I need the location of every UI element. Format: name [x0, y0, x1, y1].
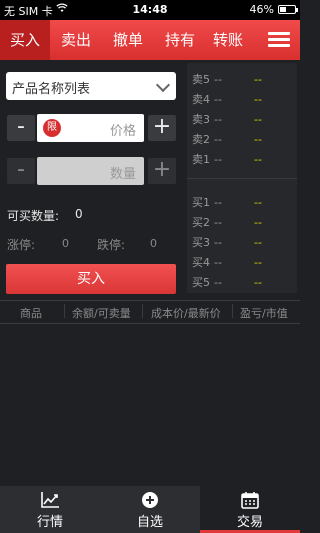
tab-cancel-order[interactable]: 撤单	[102, 20, 154, 60]
column-header-cost-price: 成本价/最新价	[151, 307, 221, 320]
trade-nav: 买入 卖出 撤单 持有 转账	[0, 20, 300, 60]
limit-up-value: 0	[62, 237, 69, 250]
tab-buy[interactable]: 买入	[0, 20, 50, 60]
chevron-down-icon	[155, 77, 171, 93]
bid-row-5: 买5 -- --	[192, 276, 262, 289]
plus-circle-icon	[140, 491, 160, 509]
status-bar: 无 SIM 卡 14:48 46%	[0, 0, 300, 20]
price-placeholder: 价格	[109, 124, 136, 139]
limit-up-label: 涨停:	[7, 238, 36, 252]
tab-market[interactable]: 行情	[0, 486, 100, 533]
product-select-value: 产品名称列表	[12, 82, 91, 97]
buy-button[interactable]: 买入	[6, 264, 176, 294]
tab-watchlist[interactable]: 自选	[100, 486, 200, 533]
battery-icon	[278, 5, 298, 14]
buyable-quantity-label: 可买数量:	[7, 209, 60, 223]
order-book-divider	[187, 178, 297, 179]
limit-down-value: 0	[150, 237, 157, 250]
tab-trade[interactable]: 交易	[200, 486, 300, 533]
bottom-tab-bar: 行情 自选 交易	[0, 486, 300, 533]
chart-icon	[40, 491, 60, 509]
holdings-table-header: 商品 余额/可卖量 成本价/最新价 盈亏/市值	[0, 300, 300, 324]
bid-row-4: 买4 -- --	[192, 256, 262, 269]
ask-row-4: 卖4 -- --	[192, 93, 262, 106]
quantity-increase-button[interactable]: +	[148, 158, 176, 184]
price-input[interactable]: 限 价格	[37, 114, 144, 142]
price-increase-button[interactable]: +	[148, 115, 176, 141]
column-header-balance: 余额/可卖量	[72, 307, 131, 320]
bid-row-3: 买3 -- --	[192, 236, 262, 249]
ask-row-5: 卖5 -- --	[192, 73, 262, 86]
limit-order-badge[interactable]: 限	[43, 119, 61, 137]
quantity-input[interactable]: 数量	[37, 157, 144, 185]
ask-row-3: 卖3 -- --	[192, 113, 262, 126]
bid-row-1: 买1 -- --	[192, 196, 262, 209]
calendar-icon	[240, 491, 260, 509]
tab-holdings[interactable]: 持有	[154, 20, 206, 60]
quantity-placeholder: 数量	[109, 167, 136, 182]
tab-watchlist-label: 自选	[136, 515, 163, 530]
battery-percent: 46%	[249, 3, 274, 16]
tab-trade-label: 交易	[236, 515, 263, 530]
column-header-profit: 盈亏/市值	[240, 307, 288, 320]
ask-row-2: 卖2 -- --	[192, 133, 262, 146]
product-select[interactable]: 产品名称列表	[6, 72, 176, 100]
tab-market-label: 行情	[36, 515, 63, 530]
price-decrease-button[interactable]: -	[7, 115, 35, 141]
tab-transfer[interactable]: 转账	[206, 20, 250, 60]
buyable-quantity-value: 0	[75, 207, 83, 221]
bid-row-2: 买2 -- --	[192, 216, 262, 229]
column-header-product: 商品	[20, 307, 42, 320]
limit-down-label: 跌停:	[97, 238, 126, 252]
ask-row-1: 卖1 -- --	[192, 153, 262, 166]
quantity-decrease-button[interactable]: -	[7, 158, 35, 184]
menu-icon[interactable]	[268, 32, 290, 48]
tab-sell[interactable]: 卖出	[50, 20, 102, 60]
